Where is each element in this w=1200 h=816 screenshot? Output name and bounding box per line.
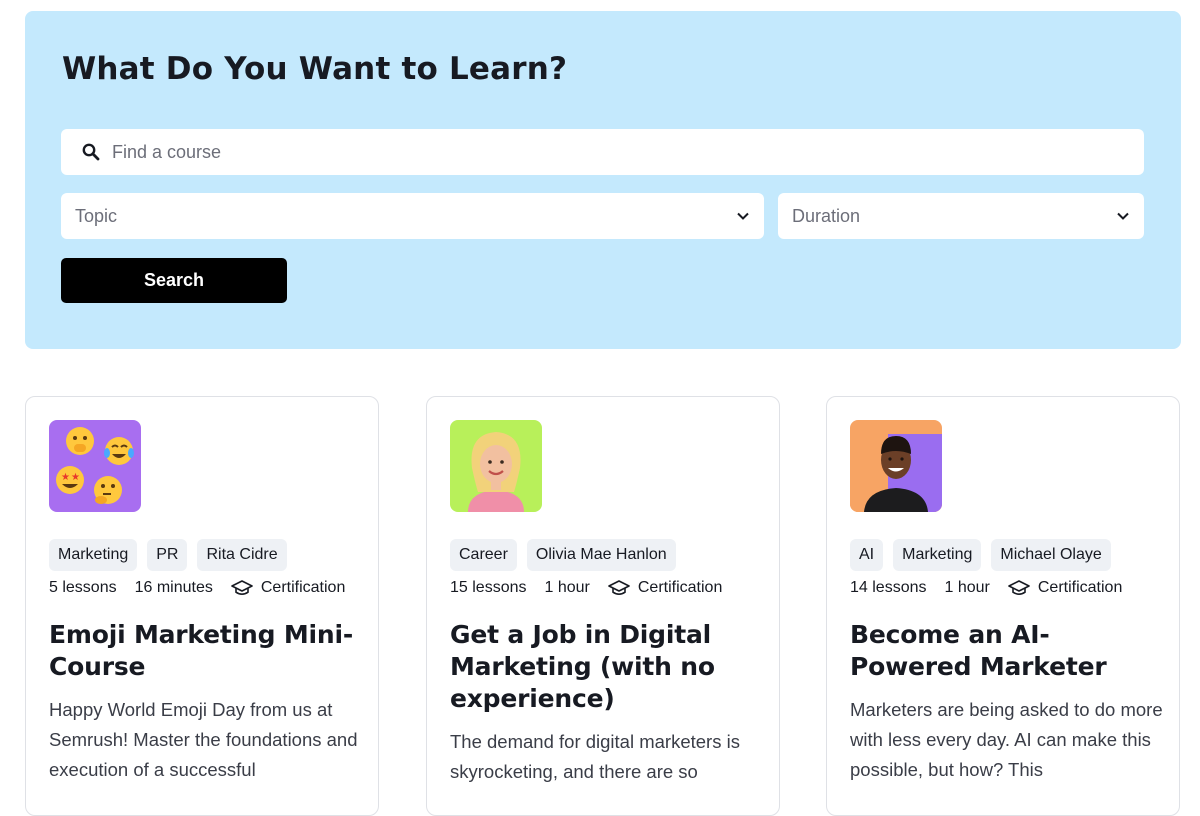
topic-select[interactable]: Topic <box>61 193 764 239</box>
tag[interactable]: Olivia Mae Hanlon <box>526 539 676 571</box>
certification-label: Certification <box>637 579 723 596</box>
lessons-count: 14 lessons <box>850 579 927 596</box>
emoji-thinking-face-icon <box>94 476 122 504</box>
course-duration: 16 minutes <box>134 579 213 596</box>
graduation-cap-icon <box>608 579 630 597</box>
course-search-input[interactable] <box>112 141 1012 163</box>
duration-select[interactable]: Duration <box>778 193 1144 239</box>
course-description: Marketers are being asked to do more wit… <box>850 699 1163 780</box>
certification-badge: Certification <box>1008 579 1122 597</box>
tag[interactable]: AI <box>850 539 884 571</box>
emoji-tears-of-joy-icon <box>104 437 134 465</box>
topic-select-value: Topic <box>75 205 118 226</box>
lessons-count: 5 lessons <box>49 579 117 596</box>
graduation-cap-icon <box>231 579 253 597</box>
course-duration: 1 hour <box>944 579 990 596</box>
course-meta: 14 lessons 1 hour Certification <box>850 579 1122 597</box>
lessons-count: 15 lessons <box>450 579 527 596</box>
instructor-portrait-image <box>850 420 942 512</box>
course-search-box[interactable] <box>61 129 1144 175</box>
course-duration: 1 hour <box>544 579 590 596</box>
tag[interactable]: Career <box>450 539 517 571</box>
course-search-panel: What Do You Want to Learn? Topic Duratio… <box>25 11 1181 349</box>
duration-select-value: Duration <box>792 205 861 226</box>
tag[interactable]: Rita Cidre <box>197 539 287 571</box>
page-title: What Do You Want to Learn? <box>62 51 568 87</box>
certification-badge: Certification <box>608 579 722 597</box>
course-title[interactable]: Become an AI-Powered Marketer <box>850 619 1160 683</box>
tag[interactable]: Marketing <box>49 539 138 571</box>
svg-text:★: ★ <box>61 472 70 483</box>
certification-badge: Certification <box>231 579 345 597</box>
search-button[interactable]: Search <box>61 258 287 303</box>
chevron-down-icon <box>1116 209 1130 223</box>
chevron-down-icon <box>736 209 750 223</box>
course-meta: 5 lessons 16 minutes Certification <box>49 579 345 597</box>
course-description: The demand for digital marketers is skyr… <box>450 731 740 782</box>
course-tags: Marketing PR Rita Cidre <box>49 539 287 571</box>
course-card[interactable]: ★ ★ Marketing PR Rita Cidre 5 lessons 16… <box>25 396 379 816</box>
search-icon <box>81 142 101 162</box>
emoji-hand-over-mouth-icon <box>66 427 94 455</box>
svg-text:★: ★ <box>71 472 80 483</box>
instructor-portrait-image <box>450 420 542 512</box>
course-title[interactable]: Get a Job in Digital Marketing (with no … <box>450 619 760 715</box>
course-tags: AI Marketing Michael Olaye <box>850 539 1111 571</box>
course-card[interactable]: Career Olivia Mae Hanlon 15 lessons 1 ho… <box>426 396 780 816</box>
tag[interactable]: Marketing <box>893 539 982 571</box>
certification-label: Certification <box>1037 579 1123 596</box>
emoji-faces-image: ★ ★ <box>49 420 141 512</box>
certification-label: Certification <box>260 579 346 596</box>
tag[interactable]: PR <box>147 539 188 571</box>
course-title[interactable]: Emoji Marketing Mini-Course <box>49 619 359 683</box>
course-meta: 15 lessons 1 hour Certification <box>450 579 722 597</box>
course-description: Happy World Emoji Day from us at Semrush… <box>49 699 358 780</box>
course-card[interactable]: AI Marketing Michael Olaye 14 lessons 1 … <box>826 396 1180 816</box>
graduation-cap-icon <box>1008 579 1030 597</box>
tag[interactable]: Michael Olaye <box>991 539 1111 571</box>
emoji-star-struck-icon: ★ ★ <box>56 466 84 494</box>
course-tags: Career Olivia Mae Hanlon <box>450 539 676 571</box>
